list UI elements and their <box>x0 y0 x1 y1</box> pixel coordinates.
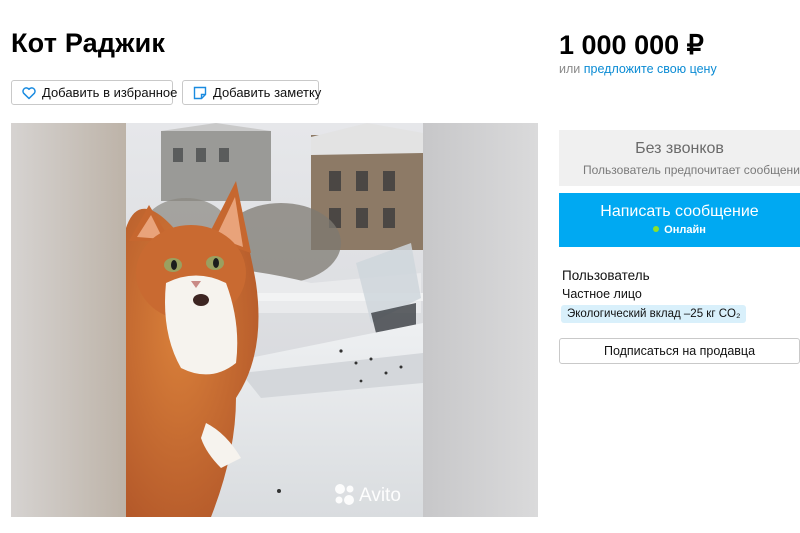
or-label: или <box>559 62 581 76</box>
no-calls-panel: Без звонков Пользователь предпочитает со… <box>559 130 800 186</box>
price-offer: или предложите свою цену <box>559 62 717 76</box>
no-calls-title: Без звонков <box>635 140 724 157</box>
online-dot-icon <box>653 226 660 232</box>
page-title: Кот Раджик <box>11 28 166 58</box>
seller-name[interactable]: Пользователь <box>562 268 650 283</box>
online-label: Онлайн <box>664 224 706 236</box>
heart-icon <box>21 85 37 101</box>
avito-watermark: Avito <box>359 485 401 506</box>
seller-type: Частное лицо <box>562 287 642 301</box>
add-note-button[interactable]: Добавить заметку <box>182 80 322 105</box>
subscribe-seller-button[interactable]: Подписаться на продавца <box>559 338 800 364</box>
add-to-favorites-button[interactable]: Добавить в избранное <box>11 80 177 105</box>
photo-gallery[interactable]: Avito <box>11 123 538 517</box>
write-message-button[interactable]: Написать сообщение Онлайн <box>559 193 800 247</box>
price: 1 000 000 ₽ <box>559 30 704 60</box>
write-message-label: Написать сообщение <box>600 203 759 220</box>
listing-photo: Avito <box>11 123 538 517</box>
suggest-price-link[interactable]: предложите свою цену <box>584 62 717 76</box>
add-to-favorites-label: Добавить в избранное <box>42 85 178 100</box>
eco-badge: Экологический вклад –25 кг CO₂ <box>561 305 747 323</box>
note-icon <box>192 85 208 101</box>
online-status: Онлайн <box>559 224 800 236</box>
add-note-label: Добавить заметку <box>213 85 322 100</box>
no-calls-subtitle: Пользователь предпочитает сообщения <box>583 163 800 177</box>
